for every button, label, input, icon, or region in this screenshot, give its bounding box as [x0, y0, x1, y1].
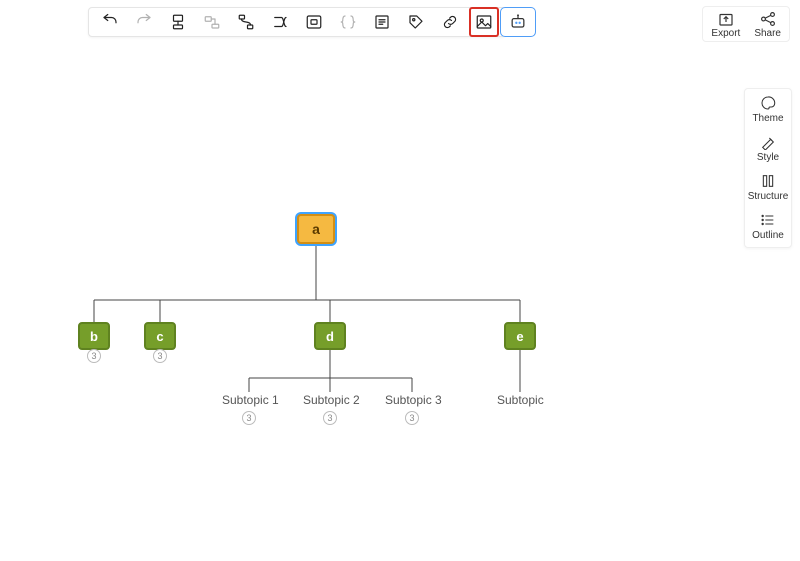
node-d[interactable]: d: [314, 322, 346, 350]
node-b-label: b: [90, 329, 98, 344]
root-node[interactable]: a: [297, 214, 335, 244]
node-d-label: d: [326, 329, 334, 344]
node-c-label: c: [156, 329, 163, 344]
node-c[interactable]: c: [144, 322, 176, 350]
leaf-subtopic-1[interactable]: Subtopic 1: [222, 393, 279, 407]
mindmap-canvas[interactable]: a b 3 c 3 d e Subtopic 1 3 Subtopic 2 3 …: [0, 0, 800, 561]
root-node-label: a: [312, 221, 320, 237]
leaf-subtopic-2-badge: 3: [323, 411, 337, 425]
node-e-label: e: [516, 329, 523, 344]
node-c-badge: 3: [153, 349, 167, 363]
node-b-badge: 3: [87, 349, 101, 363]
leaf-subtopic-2[interactable]: Subtopic 2: [303, 393, 360, 407]
node-b[interactable]: b: [78, 322, 110, 350]
leaf-subtopic-3-badge: 3: [405, 411, 419, 425]
leaf-subtopic-3[interactable]: Subtopic 3: [385, 393, 442, 407]
leaf-e-subtopic[interactable]: Subtopic: [497, 393, 544, 407]
node-e[interactable]: e: [504, 322, 536, 350]
leaf-subtopic-1-badge: 3: [242, 411, 256, 425]
